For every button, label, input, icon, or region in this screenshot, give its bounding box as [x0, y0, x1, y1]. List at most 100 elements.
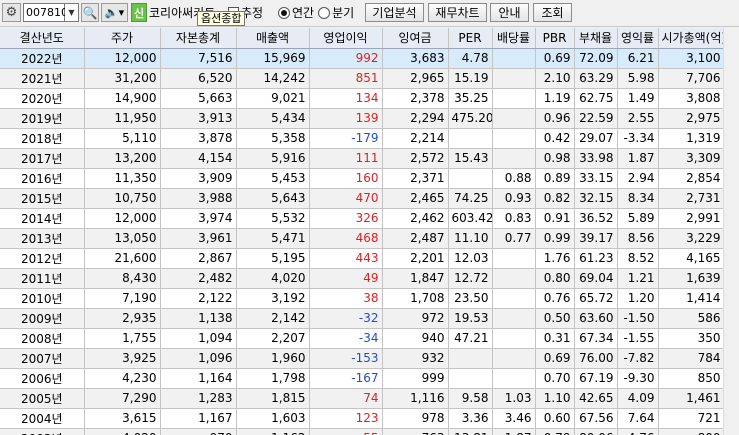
radio-quarterly[interactable]: 분기	[318, 4, 354, 21]
column-header[interactable]: 자본총계	[160, 28, 237, 49]
table-cell: 0.82	[535, 188, 575, 209]
table-cell: 2,462	[382, 208, 449, 229]
table-cell: 4,230	[84, 368, 161, 389]
table-row[interactable]: 2006년 4,230 1,164 1,798 -167 999 0.70 67.19 -9.3…	[0, 368, 725, 389]
column-header[interactable]: PER	[448, 28, 493, 49]
table-cell: 1.87	[492, 428, 536, 435]
column-header[interactable]: 매출액	[236, 28, 310, 49]
table-cell: 1,461	[658, 388, 725, 409]
table-cell: 5,663	[160, 88, 237, 109]
table-cell: 5,110	[84, 128, 161, 149]
gear-icon[interactable]: ⚙	[2, 3, 21, 22]
table-cell: 1.03	[492, 388, 536, 409]
table-cell: 13,050	[84, 228, 161, 249]
table-row[interactable]: 2020년 14,900 5,663 9,021 134 2,378 35.25 1.19 62…	[0, 88, 725, 109]
column-header[interactable]: 배당률	[492, 28, 536, 49]
table-cell: 2,214	[382, 128, 449, 149]
table-row[interactable]: 2013년 13,050 3,961 5,471 468 2,487 11.10 0.77 0.…	[0, 228, 725, 249]
table-row[interactable]: 2010년 7,190 2,122 3,192 38 1,708 23.50 0.76 65.7…	[0, 288, 725, 309]
table-cell: 2017년	[0, 148, 85, 169]
query-button[interactable]: 조회	[533, 3, 572, 22]
table-cell: 2,935	[84, 308, 161, 329]
table-cell: 1,414	[658, 288, 725, 309]
table-cell: 0.79	[535, 428, 575, 435]
table-cell	[492, 68, 536, 89]
table-row[interactable]: 2003년4,0209701,1625576313.811.870.7980.0…	[0, 428, 725, 435]
table-cell: 784	[658, 348, 725, 369]
column-header[interactable]: 영업이익	[309, 28, 383, 49]
table-cell: 2014년	[0, 208, 85, 229]
table-row[interactable]: 2004년 3,615 1,167 1,603 123 978 3.36 3.46 0.60 67…	[0, 408, 725, 429]
table-cell: 2011년	[0, 268, 85, 289]
table-row[interactable]: 2017년 13,200 4,154 5,916 111 2,572 15.43 0.98 33…	[0, 148, 725, 169]
table-cell: 9,021	[236, 88, 310, 109]
column-header[interactable]: 부채율	[574, 28, 618, 49]
table-row[interactable]: 2019년 11,950 3,913 5,434 139 2,294 475.20 0.96 2…	[0, 108, 725, 129]
table-row[interactable]: 2009년 2,935 1,138 2,142 -32 972 19.53 0.50 63.60…	[0, 308, 725, 329]
column-header[interactable]: 잉여금	[382, 28, 449, 49]
speaker-icon[interactable]: 🔈▾	[101, 3, 128, 22]
column-header[interactable]: 주가	[84, 28, 161, 49]
table-cell: 1.76	[535, 248, 575, 269]
table-cell	[492, 48, 536, 69]
vertical-scrollbar[interactable]	[723, 28, 739, 435]
table-cell: 978	[382, 408, 449, 429]
table-cell	[492, 268, 536, 289]
company-analysis-button[interactable]: 기업분석	[365, 3, 424, 22]
table-cell: 67.19	[574, 368, 618, 389]
table-cell: 992	[309, 48, 383, 69]
table-cell: 63.60	[574, 308, 618, 329]
table-cell: 468	[309, 228, 383, 249]
table-cell: 2,572	[382, 148, 449, 169]
radio-dot-icon[interactable]	[318, 6, 331, 19]
column-header[interactable]: PBR	[535, 28, 575, 49]
search-icon[interactable]: 🔍	[81, 3, 99, 22]
table-cell: 326	[309, 208, 383, 229]
radio-annual[interactable]: 연간	[278, 4, 314, 21]
table-row[interactable]: 2022년 12,000 7,516 15,969 992 3,683 4.78 0.69 72…	[0, 48, 725, 69]
column-header[interactable]: 영익률	[617, 28, 659, 49]
column-header[interactable]: 시가총액(억)	[658, 28, 725, 49]
radio-dot-icon[interactable]	[278, 6, 290, 19]
table-cell: 13,200	[84, 148, 161, 169]
table-cell: 721	[658, 408, 725, 429]
table-cell: 2012년	[0, 248, 85, 269]
table-row[interactable]: 2015년 10,750 3,988 5,643 470 2,465 74.25 0.93 0.…	[0, 188, 725, 209]
table-cell: 15,969	[236, 48, 310, 69]
table-cell: 2,487	[382, 228, 449, 249]
stock-code-input[interactable]: 007810	[23, 3, 68, 22]
table-cell: 2,867	[160, 248, 237, 269]
table-cell: 5,358	[236, 128, 310, 149]
table-cell: 1,708	[382, 288, 449, 309]
table-cell: 1.10	[535, 388, 575, 409]
table-row[interactable]: 2021년 31,200 6,520 14,242 851 2,965 15.19 2.10 6…	[0, 68, 725, 89]
table-cell: 2007년	[0, 348, 85, 369]
table-cell: -34	[309, 328, 383, 349]
table-row[interactable]: 2016년 11,350 3,909 5,453 160 2,371 0.88 0.89 33.…	[0, 168, 725, 189]
table-cell: 3,961	[160, 228, 237, 249]
table-cell: 31,200	[84, 68, 161, 89]
table-row[interactable]: 2012년 21,600 2,867 5,195 443 2,201 12.03 1.76 61…	[0, 248, 725, 269]
table-row[interactable]: 2018년 5,110 3,878 5,358 -179 2,214 0.42 29.07 -3…	[0, 128, 725, 149]
table-cell: 0.98	[535, 148, 575, 169]
table-cell: 0.50	[535, 308, 575, 329]
chevron-down-icon[interactable]: ▼	[65, 3, 79, 22]
table-row[interactable]: 2008년 1,755 1,094 2,207 -34 940 47.21 0.31 67.34…	[0, 328, 725, 349]
table-cell: 1.21	[617, 268, 659, 289]
table-cell: 8,430	[84, 268, 161, 289]
table-row[interactable]: 2014년 12,000 3,974 5,532 326 2,462 603.42 0.83 0…	[0, 208, 725, 229]
table-cell: 21,600	[84, 248, 161, 269]
table-cell: 9.58	[448, 388, 493, 409]
table-cell: 1,094	[160, 328, 237, 349]
table-cell: 67.34	[574, 328, 618, 349]
table-cell	[492, 368, 536, 389]
table-row[interactable]: 2011년 8,430 2,482 4,020 49 1,847 12.72 0.80 69.0…	[0, 268, 725, 289]
table-cell: 36.52	[574, 208, 618, 229]
table-row[interactable]: 2005년 7,290 1,283 1,815 74 1,116 9.58 1.03 1.10 4…	[0, 388, 725, 409]
column-header[interactable]: 결산년도	[0, 28, 85, 49]
guide-button[interactable]: 안내	[490, 3, 529, 22]
table-row[interactable]: 2007년 3,925 1,096 1,960 -153 932 0.69 76.00 -7.8…	[0, 348, 725, 369]
table-cell	[492, 348, 536, 369]
table-cell: 33.15	[574, 168, 618, 189]
financial-chart-button[interactable]: 재무차트	[428, 3, 487, 22]
